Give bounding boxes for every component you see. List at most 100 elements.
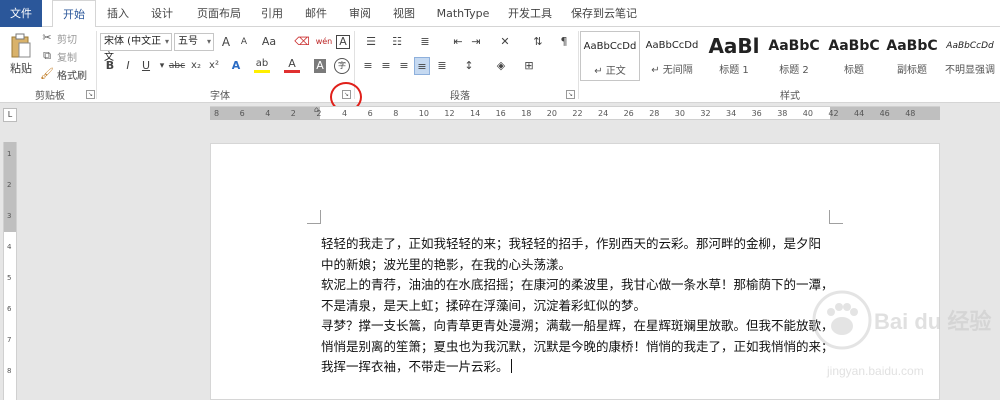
tab-design[interactable]: 设计 xyxy=(144,0,180,27)
tab-mailings[interactable]: 邮件 xyxy=(298,0,334,27)
ruler-number: 7 xyxy=(7,336,12,344)
tab-home[interactable]: 开始 xyxy=(52,0,96,28)
borders-icon[interactable]: ⊞ xyxy=(518,57,540,75)
text-line[interactable]: 不是清泉，是天上虹；揉碎在浮藻间，沉淀着彩虹似的梦。 xyxy=(321,296,841,317)
style-preview: AaBbCcDd xyxy=(645,40,699,51)
align-right-icon[interactable]: ≡ xyxy=(396,57,412,75)
text-cursor xyxy=(510,359,512,373)
tab-references[interactable]: 引用 xyxy=(254,0,290,27)
chinese-layout-icon[interactable]: ✕ xyxy=(494,33,516,51)
shrink-font-button[interactable]: A xyxy=(236,33,252,51)
style-normal[interactable]: AaBbCcDd ↵ 正文 xyxy=(580,31,640,81)
text-line-last[interactable]: 我挥一挥衣袖，不带走一片云彩。 xyxy=(321,357,841,378)
clear-format-icon[interactable]: ⌫ xyxy=(294,33,310,51)
character-shading-button[interactable]: A xyxy=(314,59,326,73)
align-left-icon[interactable]: ≡ xyxy=(360,57,376,75)
ruler-number: 44 xyxy=(854,109,865,118)
change-case-button[interactable]: Aa xyxy=(258,33,280,51)
clipboard-launcher-icon[interactable]: ↘ xyxy=(86,90,95,99)
sort-icon[interactable]: ⇅ xyxy=(530,33,546,51)
document-body[interactable]: 轻轻的我走了，正如我轻轻的来；我轻轻的招手，作别西天的云彩。那河畔的金柳，是夕阳… xyxy=(321,234,841,378)
style-preview: AaBbC xyxy=(828,38,880,54)
chevron-down-icon: ▾ xyxy=(206,37,211,46)
strikethrough-button[interactable]: abc xyxy=(166,57,188,75)
italic-button[interactable]: I xyxy=(120,57,136,75)
text-line[interactable]: 轻轻的我走了，正如我轻轻的来；我轻轻的招手，作别西天的云彩。那河畔的金柳，是夕阳 xyxy=(321,234,841,255)
ruler-number: 26 xyxy=(623,109,634,118)
phonetic-guide-button[interactable]: wén xyxy=(314,33,334,51)
ruler-number: 6 xyxy=(367,109,373,118)
style-subtitle[interactable]: AaBbC 副标题 xyxy=(882,31,942,81)
tab-mathtype[interactable]: MathType xyxy=(432,0,494,27)
tab-developer[interactable]: 开发工具 xyxy=(502,0,558,27)
paragraph-launcher-icon[interactable]: ↘ xyxy=(566,90,575,99)
superscript-button[interactable]: x² xyxy=(206,57,222,75)
tab-view[interactable]: 视图 xyxy=(386,0,422,27)
format-painter-label: 格式刷 xyxy=(57,70,87,82)
increase-indent-icon[interactable]: ⇥ xyxy=(468,33,484,51)
copy-label: 复制 xyxy=(57,52,77,64)
style-heading-2[interactable]: AaBbC 标题 2 xyxy=(764,31,824,81)
tab-save-cloud-note[interactable]: 保存到云笔记 xyxy=(566,0,642,27)
show-marks-icon[interactable]: ¶ xyxy=(556,33,572,51)
ruler-number: 2 xyxy=(7,181,12,189)
align-center-icon[interactable]: ≡ xyxy=(378,57,394,75)
numbering-icon[interactable]: ☷ xyxy=(386,33,408,51)
grow-font-button[interactable]: A xyxy=(218,33,234,51)
underline-button[interactable]: U xyxy=(138,57,154,75)
enclose-characters-button[interactable]: 字 xyxy=(334,58,350,74)
line-spacing-icon[interactable]: ↕ xyxy=(458,57,480,75)
tab-review[interactable]: 审阅 xyxy=(342,0,378,27)
font-color-button[interactable]: A xyxy=(284,57,300,73)
text-line[interactable]: 软泥上的青荇，油油的在水底招摇；在康河的柔波里，我甘心做一条水草！那榆荫下的一潭… xyxy=(321,275,841,296)
ruler-number: 2 xyxy=(290,109,296,118)
decrease-indent-icon[interactable]: ⇤ xyxy=(450,33,466,51)
ruler-number: 24 xyxy=(598,109,609,118)
watermark-text: Bai du 经验 xyxy=(874,309,992,334)
text-line[interactable]: 寻梦？撑一支长篙，向青草更青处漫溯；满载一船星辉，在星辉斑斓里放歌。但我不能放歌… xyxy=(321,316,841,337)
horizontal-ruler[interactable]: 8 6 4 2 2 4 6 8 10 12 14 16 18 20 22 24 26 28 30 32 34 36 38 40… xyxy=(210,105,940,120)
format-painter-button[interactable]: 🖌 格式刷 xyxy=(40,65,87,83)
style-heading-1[interactable]: AaBl 标题 1 xyxy=(704,31,764,81)
vertical-ruler[interactable]: 1 2 3 4 5 6 7 8 xyxy=(3,142,17,400)
style-no-spacing[interactable]: AaBbCcDd ↵ 无间隔 xyxy=(642,31,702,81)
bullets-icon[interactable]: ☰ xyxy=(360,33,382,51)
ruler-number: 48 xyxy=(905,109,916,118)
style-name: 不明显强调 xyxy=(945,65,995,76)
indent-marker-icon[interactable]: ⌂ xyxy=(314,105,319,114)
style-name: ↵ 无间隔 xyxy=(651,65,693,76)
cut-button[interactable]: ✂ 剪切 xyxy=(40,29,77,47)
style-name: 副标题 xyxy=(897,65,927,76)
font-group-label: 字体 xyxy=(210,91,230,102)
text-line[interactable]: 悄悄是别离的笙箫；夏虫也为我沉默，沉默是今晚的康桥！悄悄的我走了，正如我悄悄的来… xyxy=(321,337,841,358)
shading-icon[interactable]: ◈ xyxy=(490,57,512,75)
font-size-combo[interactable]: 五号 ▾ xyxy=(174,33,214,51)
tab-stop-selector[interactable]: L xyxy=(3,108,17,122)
highlight-color-button[interactable]: ab xyxy=(254,57,270,73)
copy-button[interactable]: ⧉ 复制 xyxy=(40,47,77,65)
ruler-number: 6 xyxy=(239,109,245,118)
bold-button[interactable]: B xyxy=(102,57,118,75)
character-border-button[interactable]: A xyxy=(336,35,350,49)
paragraph-group-label: 段落 xyxy=(450,91,470,102)
text-line[interactable]: 中的新娘；波光里的艳影，在我的心头荡漾。 xyxy=(321,255,841,276)
watermark-url: jingyan.baidu.com xyxy=(827,364,924,378)
style-subtle-emphasis[interactable]: AaBbCcDd 不明显强调 xyxy=(942,31,998,81)
style-title[interactable]: AaBbC 标题 xyxy=(824,31,884,81)
ruler-number: 16 xyxy=(495,109,506,118)
subscript-button[interactable]: x₂ xyxy=(188,57,204,75)
tab-insert[interactable]: 插入 xyxy=(100,0,136,27)
font-size-value: 五号 xyxy=(178,36,198,47)
justify-icon[interactable]: ≡ xyxy=(414,57,430,75)
ruler-number: 20 xyxy=(546,109,557,118)
font-family-combo[interactable]: 宋体 (中文正文 ▾ xyxy=(100,33,172,63)
style-preview: AaBbCcDd xyxy=(583,41,637,52)
distributed-icon[interactable]: ≣ xyxy=(434,57,450,75)
multilevel-list-icon[interactable]: ≣ xyxy=(412,33,438,51)
tab-page-layout[interactable]: 页面布局 xyxy=(188,0,250,27)
tab-file[interactable]: 文件 xyxy=(0,0,42,27)
ruler-number: 8 xyxy=(214,109,220,118)
text-effects-button[interactable]: A xyxy=(228,57,244,75)
paste-button[interactable]: 粘贴 xyxy=(6,33,36,85)
style-name: ↵ 正文 xyxy=(594,66,626,77)
